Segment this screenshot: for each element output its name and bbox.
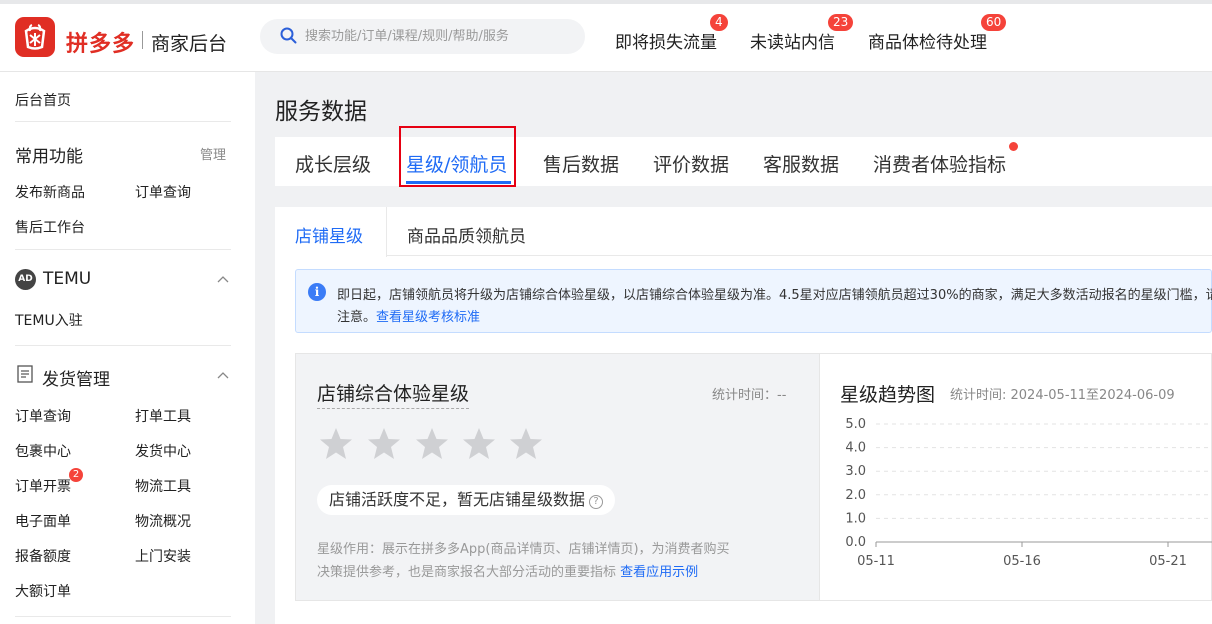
- brand-name[interactable]: 拼多多: [66, 26, 135, 58]
- star-description: 星级作用：展示在拼多多App(商品详情页、店铺详情页)，为消费者购买: [317, 542, 730, 557]
- y-tick-label: 3.0: [845, 464, 866, 479]
- star-rating-panel: 店铺综合体验星级 统计时间：-- 店铺活跃度不足，暂无店铺星级数据? 星级作用：…: [295, 353, 820, 601]
- view-criteria-link[interactable]: 查看星级考核标准: [376, 310, 480, 325]
- y-tick-label: 0.0: [845, 535, 866, 550]
- sidebar-item-print-tool[interactable]: 打单工具: [135, 406, 191, 426]
- sidebar-item-home[interactable]: 后台首页: [15, 90, 71, 110]
- star-icon: [320, 428, 352, 459]
- y-tick-label: 5.0: [845, 417, 866, 432]
- question-icon[interactable]: ?: [589, 495, 604, 509]
- document-icon: [17, 365, 33, 383]
- pinduoduo-logo-icon[interactable]: [15, 17, 55, 57]
- sidebar-item-report-quota[interactable]: 报备额度: [15, 546, 71, 566]
- top-bar: 拼多多 商家后台 即将损失流量 4 未读站内信 23 商品体检待处理 60: [0, 0, 1212, 72]
- trend-chart: 5.0 4.0 3.0 2.0 1.0 0.0 05-11 05-16 05-21: [845, 417, 1212, 569]
- sidebar-item-package-center[interactable]: 包裹中心: [15, 441, 71, 461]
- y-tick-label: 1.0: [845, 511, 866, 526]
- x-tick-label: 05-16: [1003, 554, 1041, 569]
- sidebar-item-order-query[interactable]: 订单查询: [15, 406, 71, 426]
- unread-messages-badge: 23: [828, 14, 854, 31]
- sidebar-item-e-waybill[interactable]: 电子面单: [15, 511, 71, 531]
- trend-time: 统计时间: 2024-05-11至2024-06-09: [950, 388, 1175, 403]
- sidebar-item-order-query[interactable]: 订单查询: [135, 182, 191, 202]
- star-icon: [416, 428, 448, 459]
- temu-icon: AD: [15, 269, 36, 290]
- star-card: 店铺星级 商品品质领航员 i 即日起，店铺领航员将升级为店铺综合体验星级，以店铺…: [275, 207, 1212, 624]
- product-check-badge: 60: [981, 14, 1007, 31]
- product-check-link[interactable]: 商品体检待处理: [868, 28, 987, 53]
- notice-banner: i 即日起，店铺领航员将升级为店铺综合体验星级，以店铺综合体验星级为准。4.5星…: [295, 269, 1212, 333]
- sidebar-item-aftersale-workbench[interactable]: 售后工作台: [15, 217, 85, 237]
- sidebar-item-door-install[interactable]: 上门安装: [135, 546, 191, 566]
- star-icon: [368, 428, 400, 459]
- manage-link[interactable]: 管理: [200, 144, 226, 163]
- sidebar-item-logistics-overview[interactable]: 物流概况: [135, 511, 191, 531]
- sidebar-divider: [15, 345, 231, 346]
- notice-text-prefix: 注意。: [337, 310, 377, 325]
- no-data-pill: 店铺活跃度不足，暂无店铺星级数据?: [317, 485, 616, 515]
- common-functions-title: 常用功能: [15, 147, 83, 167]
- page-title: 服务数据: [275, 99, 367, 125]
- star-icon: [510, 428, 542, 459]
- sidebar-item-logistics-tool[interactable]: 物流工具: [135, 476, 191, 496]
- sidebar-item-temu-join[interactable]: TEMU入驻: [15, 310, 83, 330]
- search-icon: [280, 27, 297, 44]
- unread-messages-link[interactable]: 未读站内信: [750, 28, 835, 53]
- star-icon: [463, 428, 495, 459]
- x-tick-label: 05-11: [857, 554, 895, 569]
- sidebar-item-large-order[interactable]: 大额订单: [15, 581, 71, 601]
- notice-text-line2: 注意。查看星级考核标准: [337, 306, 480, 325]
- unread-messages-label: 未读站内信: [750, 33, 835, 53]
- chevron-up-icon[interactable]: [217, 371, 229, 379]
- shipping-section-title[interactable]: 发货管理: [42, 365, 110, 390]
- lost-traffic-link[interactable]: 即将损失流量: [615, 28, 717, 53]
- lost-traffic-label: 即将损失流量: [615, 33, 717, 53]
- tab-customer-service-data[interactable]: 客服数据: [763, 150, 839, 177]
- y-tick-label: 4.0: [845, 441, 866, 456]
- sidebar-item-publish-product[interactable]: 发布新商品: [15, 182, 85, 202]
- lost-traffic-badge: 4: [710, 14, 728, 31]
- global-search[interactable]: [260, 19, 585, 54]
- brand-divider: [142, 31, 143, 49]
- temu-section-title[interactable]: TEMU: [43, 269, 91, 289]
- invoice-badge: 2: [69, 468, 83, 482]
- star-trend-panel: 星级趋势图 统计时间: 2024-05-11至2024-06-09 5.0 4.0…: [820, 353, 1212, 601]
- info-icon: i: [308, 283, 326, 301]
- star-description-line2: 决策提供参考，也是商家报名大部分活动的重要指标 查看应用示例: [317, 561, 698, 580]
- star-description-text: 决策提供参考，也是商家报名大部分活动的重要指标: [317, 565, 617, 580]
- sidebar: 后台首页 常用功能 管理 发布新商品 订单查询 售后工作台 AD TEMU TE…: [0, 72, 255, 624]
- y-tick-label: 2.0: [845, 488, 866, 503]
- star-rating-title[interactable]: 店铺综合体验星级: [317, 379, 470, 409]
- no-data-text: 店铺活跃度不足，暂无店铺星级数据: [329, 490, 586, 509]
- search-input[interactable]: [305, 25, 570, 47]
- x-tick-label: 05-21: [1149, 554, 1187, 569]
- view-example-link[interactable]: 查看应用示例: [620, 565, 698, 580]
- tab-aftersale-data[interactable]: 售后数据: [543, 150, 619, 177]
- new-dot: [1009, 142, 1018, 151]
- trend-title: 星级趋势图: [840, 384, 936, 406]
- tab-growth-level[interactable]: 成长层级: [295, 150, 371, 177]
- sidebar-divider: [15, 121, 231, 122]
- stat-time: 统计时间：--: [712, 388, 787, 403]
- subtab-store-star[interactable]: 店铺星级: [295, 222, 363, 247]
- tab-consumer-experience[interactable]: 消费者体验指标: [873, 150, 1006, 177]
- sidebar-divider: [15, 249, 231, 250]
- sidebar-divider: [15, 616, 231, 617]
- sidebar-item-shipping-center[interactable]: 发货中心: [135, 441, 191, 461]
- tab-review-data[interactable]: 评价数据: [653, 150, 729, 177]
- subtab-product-quality[interactable]: 商品品质领航员: [407, 222, 526, 247]
- product-check-label: 商品体检待处理: [868, 33, 987, 53]
- brand-subtitle: 商家后台: [151, 33, 228, 55]
- notice-text: 即日起，店铺领航员将升级为店铺综合体验星级，以店铺综合体验星级为准。4.5星对应…: [337, 288, 1212, 303]
- highlight-box: [399, 126, 516, 187]
- chevron-up-icon[interactable]: [217, 275, 229, 283]
- sidebar-item-order-invoice[interactable]: 订单开票: [15, 476, 71, 496]
- sub-tabs: 店铺星级 商品品质领航员: [275, 207, 1212, 257]
